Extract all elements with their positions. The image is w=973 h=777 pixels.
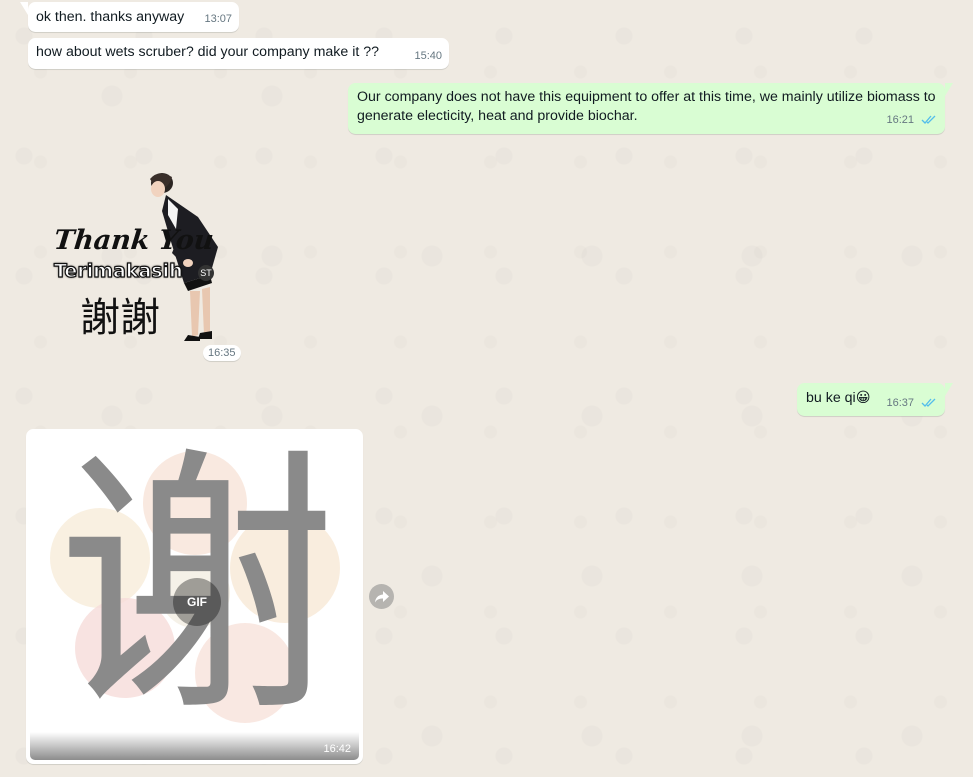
grinning-emoji-icon: 😀 [855, 390, 871, 406]
bubble-tail [20, 2, 28, 15]
gif-bottom-gradient [30, 732, 359, 760]
message-meta: 16:21 [887, 110, 937, 130]
gif-message[interactable]: 谢 GIF 16:42 [26, 429, 363, 764]
message-meta: 16:37 [887, 393, 937, 413]
message-time: 15:40 [414, 50, 442, 62]
incoming-message[interactable]: ok then. thanks anyway 13:07 [20, 2, 239, 32]
forward-button[interactable] [369, 584, 394, 609]
outgoing-message[interactable]: bu ke qi😀 16:37 [797, 383, 953, 416]
outgoing-message[interactable]: Our company does not have this equipment… [348, 83, 953, 134]
message-time: 16:21 [886, 114, 915, 126]
gif-preview[interactable]: 谢 GIF 16:42 [30, 433, 359, 760]
bubble-tail [945, 383, 953, 396]
double-check-icon [921, 115, 936, 124]
message-text: bu ke qi [806, 390, 856, 406]
bubble-tail [945, 83, 953, 96]
forward-icon [374, 590, 389, 602]
sticker-watermark: ST [198, 265, 214, 281]
message-text: ok then. thanks anyway [36, 9, 185, 25]
sticker-time: 16:35 [203, 345, 241, 361]
message-text: Our company does not have this equipment… [357, 89, 936, 124]
sticker-text-thank-you: Thank You [52, 225, 216, 256]
sticker-message[interactable]: Thank You Terimakasih ST 謝謝 [50, 165, 230, 345]
sticker-text-xiexie: 謝謝 [80, 295, 160, 341]
incoming-message[interactable]: how about wets scruber? did your company… [28, 38, 449, 69]
message-text: how about wets scruber? did your company… [36, 44, 380, 60]
gif-time: 16:42 [323, 743, 351, 755]
gif-play-badge[interactable]: GIF [173, 578, 221, 626]
message-time: 13:07 [204, 13, 232, 25]
double-check-icon [921, 398, 936, 407]
message-time: 16:37 [886, 397, 915, 409]
sticker-text-terimakasih: Terimakasih [53, 259, 183, 282]
